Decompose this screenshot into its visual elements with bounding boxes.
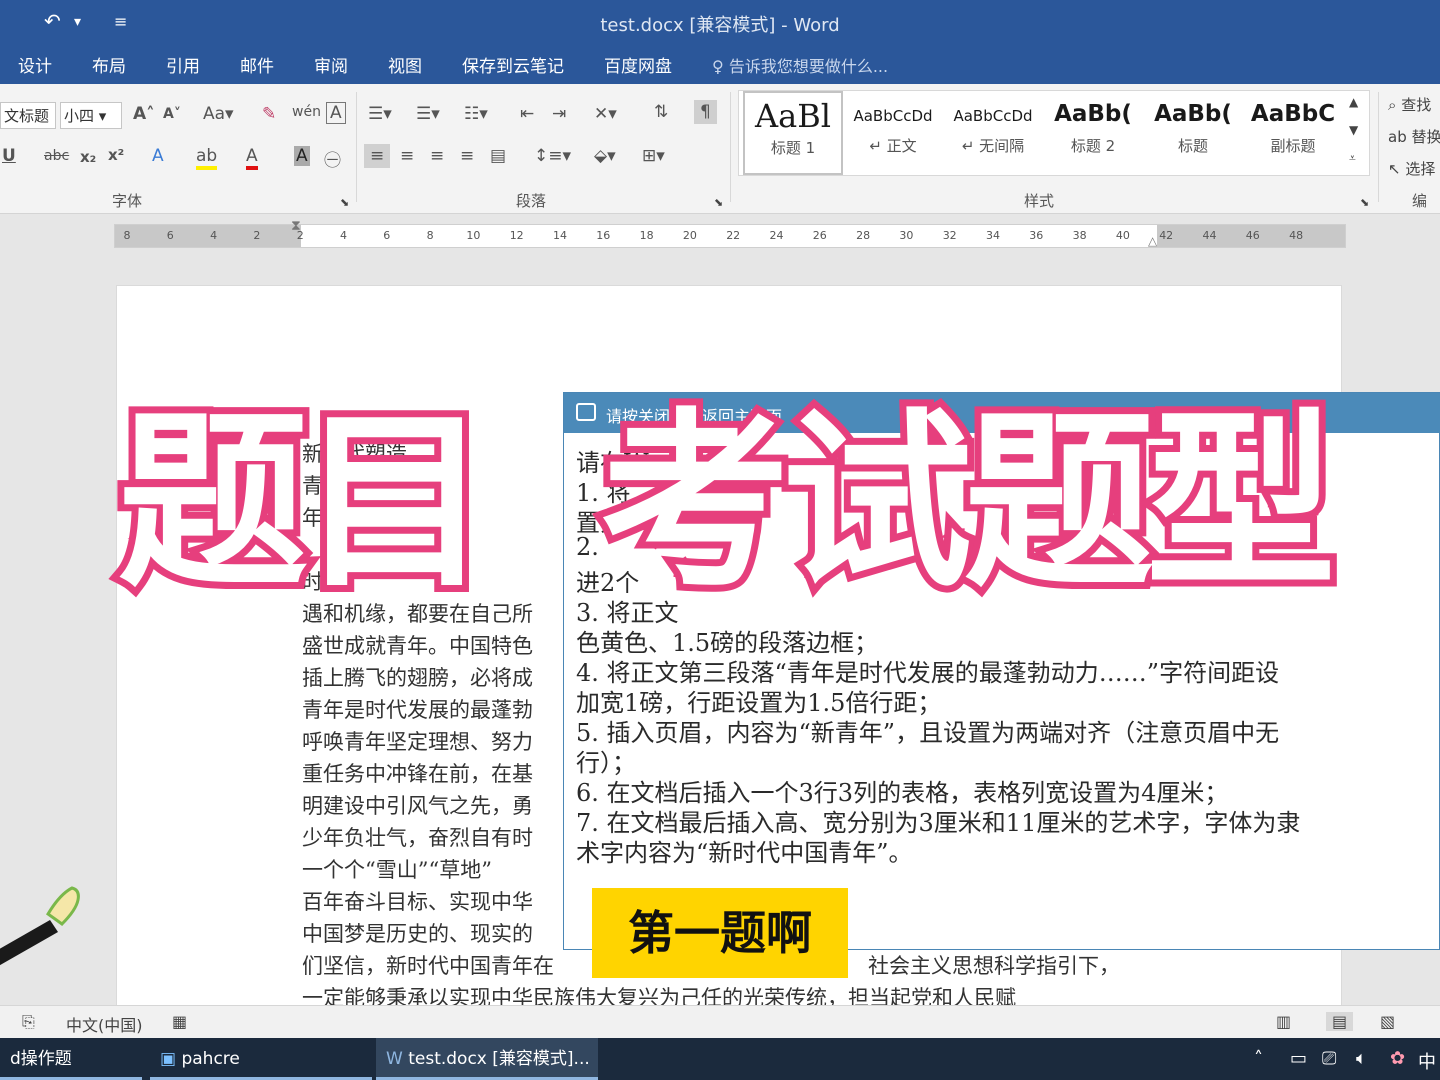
doc-line: 明建设中引风气之先，勇 [302,794,533,818]
banner-text-left: 题目 [111,392,497,613]
ime-status-icon[interactable]: ✿ [1390,1048,1405,1069]
taskbar-item[interactable]: ▣ pahcre [150,1038,372,1080]
taskbar-item-label: pahcre [181,1049,240,1069]
ime-indicator[interactable]: 中 [1418,1048,1436,1074]
network-icon[interactable]: ⎚ [1322,1048,1336,1069]
doc-line: 盛世成就青年。中国特色 [302,634,533,658]
app-icon: ▣ [160,1049,182,1069]
taskbar-item[interactable]: d操作题 [0,1038,142,1080]
doc-line-partial: 社会主义思想科学指引下， [868,954,1120,978]
question-line: 5. 插入页眉，内容为“新青年”，且设置为两端对齐（注意页眉中无 [576,719,1280,747]
taskbar-item-word[interactable]: W test.docx [兼容模式]... [376,1038,598,1080]
battery-icon[interactable]: ▭ [1290,1048,1307,1069]
doc-line: 们坚信，新时代中国青年在 [302,954,554,978]
doc-line: 少年负壮气，奋烈自有时 [302,826,533,850]
doc-line: 百年奋斗目标、实现中华 [302,890,533,914]
word-icon: W [386,1049,409,1069]
doc-line: 一个个“雪山”“草地” [302,858,492,882]
language-indicator[interactable]: 中文(中国) [66,1012,143,1036]
doc-line: 呼唤青年坚定理想、努力 [302,730,533,754]
tray-expand-icon[interactable]: ˄ [1254,1048,1263,1069]
doc-line: 青年是时代发展的最蓬勃 [302,698,533,722]
app-icon [576,403,596,421]
banner-text-right: 考试题型 [593,392,1343,613]
subtitle-caption: 第一题啊 [592,888,848,978]
question-line: 2. [576,533,599,561]
taskbar: d操作题 ▣ pahcre W test.docx [兼容模式]... ˄ ▭ … [0,1038,1440,1080]
taskbar-item-label: test.docx [兼容模式]... [408,1049,590,1069]
cartoon-arm-icon [0,886,80,966]
web-layout-icon[interactable]: ▧ [1380,1012,1395,1031]
doc-line: 中国梦是历史的、现实的 [302,922,533,946]
doc-line: 一定能够秉承以实现中华民族伟大复兴为己任的光荣传统，担当起党和人民赋 [302,986,1016,1005]
status-bar: ⎘ 中文(中国) ▦ ▥ ▤ ▧ [0,1005,1440,1038]
doc-line: 重任务中冲锋在前，在基 [302,762,533,786]
read-mode-icon[interactable]: ▥ [1276,1012,1291,1031]
doc-line: 插上腾飞的翅膀，必将成 [302,666,533,690]
question-line: 术字内容为“新时代中国青年”。 [576,839,913,867]
volume-icon[interactable]: 🔈︎ [1356,1048,1367,1069]
print-layout-icon[interactable]: ▤ [1326,1012,1354,1031]
macro-icon[interactable]: ▦ [172,1012,187,1031]
proofing-icon[interactable]: ⎘ [22,1012,35,1032]
